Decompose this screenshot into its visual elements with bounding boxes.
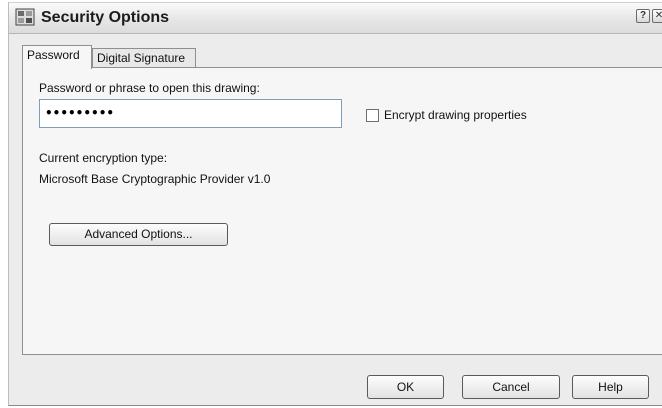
encryption-type-value: Microsoft Base Cryptographic Provider v1…: [39, 172, 271, 186]
tab-digital-signature-label: Digital Signature: [97, 51, 186, 65]
cancel-button[interactable]: Cancel: [462, 375, 560, 399]
advanced-options-button[interactable]: Advanced Options...: [49, 223, 228, 246]
security-options-dialog: Security Options ? ✕ Password Digital Si…: [8, 2, 662, 406]
encryption-type-label: Current encryption type:: [39, 151, 168, 165]
dialog-title: Security Options: [41, 9, 170, 26]
help-icon: ?: [639, 10, 647, 21]
close-icon: ✕: [655, 10, 662, 21]
encrypt-properties-checkbox[interactable]: [366, 109, 379, 122]
tab-digital-signature[interactable]: Digital Signature: [92, 48, 196, 67]
help-title-button[interactable]: ?: [636, 9, 650, 23]
tab-password-label: Password: [27, 48, 80, 62]
title-bar[interactable]: Security Options ? ✕: [9, 3, 662, 34]
close-title-button[interactable]: ✕: [652, 9, 662, 23]
ok-button[interactable]: OK: [367, 375, 444, 399]
encrypt-properties-label[interactable]: Encrypt drawing properties: [384, 108, 527, 122]
password-label: Password or phrase to open this drawing:: [39, 81, 260, 95]
lock-drawing-icon: [15, 8, 35, 26]
tab-password[interactable]: Password: [22, 45, 92, 69]
password-input[interactable]: •••••••••: [39, 99, 342, 128]
password-tab-panel: Password or phrase to open this drawing:…: [22, 67, 662, 355]
help-button[interactable]: Help: [572, 375, 649, 399]
